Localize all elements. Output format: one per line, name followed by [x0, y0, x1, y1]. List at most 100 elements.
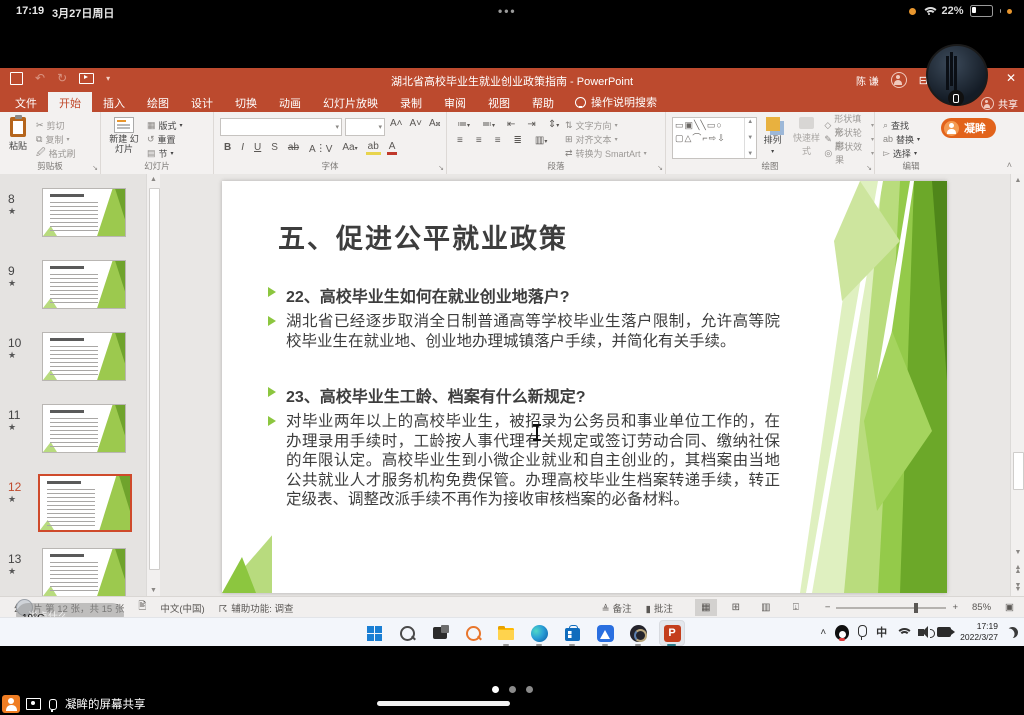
font-name-combo[interactable]: ▾: [220, 118, 342, 136]
text-direction-button[interactable]: ⇅文字方向▾: [565, 118, 647, 132]
zoom-slider[interactable]: [836, 607, 946, 609]
align-center-button[interactable]: ≡: [474, 135, 484, 146]
slide-thumbnail-10[interactable]: 10★: [0, 328, 146, 400]
start-button[interactable]: [362, 621, 386, 645]
clear-formatting-button[interactable]: A𝄪: [427, 118, 442, 136]
tab-帮助[interactable]: 帮助: [521, 92, 565, 112]
grow-font-button[interactable]: A˄: [388, 118, 405, 136]
layout-button[interactable]: ▦版式▾: [147, 118, 183, 132]
reset-button[interactable]: ↺重置: [147, 132, 183, 146]
tab-切换[interactable]: 切换: [224, 92, 268, 112]
zoom-slider-knob[interactable]: [914, 603, 918, 613]
zoom-out-button[interactable]: −: [825, 602, 831, 613]
powerpoint-taskbar-button[interactable]: P: [659, 620, 685, 646]
strikethrough-button[interactable]: ab: [286, 142, 301, 153]
columns-button[interactable]: ▥▾: [533, 135, 549, 146]
replace-button[interactable]: ab替换▾: [883, 132, 947, 146]
thumbnail-scroll-down-icon[interactable]: ▼: [147, 587, 160, 594]
slide-thumbnail-9[interactable]: 9★: [0, 256, 146, 328]
align-text-button[interactable]: ⊞对齐文本▾: [565, 132, 647, 146]
blue-app-button[interactable]: [593, 621, 617, 645]
camera-tray-icon[interactable]: [937, 627, 951, 637]
tab-绘图[interactable]: 绘图: [136, 92, 180, 112]
select-button[interactable]: ▻选择▾: [883, 146, 947, 160]
tab-动画[interactable]: 动画: [268, 92, 312, 112]
find-button[interactable]: ⌕查找: [883, 118, 947, 132]
thumbnail-preview[interactable]: [42, 548, 126, 596]
decrease-indent-button[interactable]: ⇤: [505, 119, 517, 130]
shapes-gallery-scrollbar[interactable]: ▲▼▼: [744, 118, 756, 158]
arrange-button[interactable]: 排列▾: [757, 112, 789, 160]
reading-view-button[interactable]: ▥: [755, 599, 777, 616]
tab-录制[interactable]: 录制: [389, 92, 433, 112]
paragraph-dialog-launcher[interactable]: ↘: [657, 164, 663, 172]
search-button[interactable]: [395, 621, 419, 645]
slide-thumbnail-12[interactable]: 12★: [0, 472, 146, 544]
shape-effects-button[interactable]: ◎形状效果▾: [824, 146, 874, 160]
italic-button[interactable]: I: [239, 142, 246, 153]
slide-scroll-down-icon[interactable]: ▼: [1011, 549, 1024, 556]
shapes-gallery[interactable]: ▭▣╲╲▭○▢△⌒⌐⇨⇩ ▲▼▼: [672, 117, 757, 159]
tray-clock[interactable]: 17:19 2022/3/27: [960, 621, 998, 642]
spellcheck-icon[interactable]: 🖹: [138, 599, 146, 616]
section-button[interactable]: ▤节▾: [147, 146, 183, 160]
thumbnail-preview[interactable]: [42, 188, 126, 237]
account-avatar[interactable]: [891, 72, 907, 88]
wifi-tray-icon[interactable]: [896, 627, 909, 637]
thumbnail-scroll-thumb[interactable]: [149, 188, 160, 570]
fit-to-window-icon[interactable]: ▣: [1005, 602, 1014, 613]
collapse-ribbon-icon[interactable]: ˄: [1007, 160, 1012, 170]
slide-scroll-thumb[interactable]: [1013, 452, 1024, 490]
slide-thumbnail-13[interactable]: 13★: [0, 544, 146, 596]
slide-sorter-view-button[interactable]: ⊞: [725, 599, 747, 616]
slide-scroll-up-icon[interactable]: ▲: [1011, 177, 1024, 184]
increase-indent-button[interactable]: ⇥: [525, 119, 537, 130]
font-dialog-launcher[interactable]: ↘: [438, 164, 444, 172]
ime-indicator[interactable]: 中: [876, 624, 887, 640]
bullets-button[interactable]: ≔▾: [455, 119, 472, 130]
convert-smartart-button[interactable]: ⇄转换为 SmartArt▾: [565, 146, 647, 160]
thumbnail-preview[interactable]: [38, 474, 132, 532]
highlight-color-button[interactable]: ab: [366, 141, 381, 155]
tab-审阅[interactable]: 审阅: [433, 92, 477, 112]
slideshow-view-button[interactable]: ⍗: [785, 599, 807, 616]
shadow-button[interactable]: S: [269, 142, 280, 153]
tab-插入[interactable]: 插入: [92, 92, 136, 112]
drawing-dialog-launcher[interactable]: ↘: [866, 164, 872, 172]
bubble-mic-button[interactable]: [948, 90, 964, 106]
tab-文件[interactable]: 文件: [4, 92, 48, 112]
thumbnail-scroll-up-icon[interactable]: ▲: [147, 176, 160, 183]
account-name[interactable]: 陈 谦: [856, 73, 879, 88]
new-slide-button[interactable]: 新建 幻灯片: [101, 112, 147, 160]
home-indicator[interactable]: [377, 701, 510, 706]
search-app-button[interactable]: [461, 621, 485, 645]
tell-me-search[interactable]: 操作说明搜索: [565, 92, 667, 112]
close-window-button[interactable]: ✕: [1006, 71, 1016, 85]
bold-button[interactable]: B: [222, 142, 233, 153]
font-size-combo[interactable]: ▾: [345, 118, 385, 136]
tab-视图[interactable]: 视图: [477, 92, 521, 112]
normal-view-button[interactable]: ▦: [695, 599, 717, 616]
microsoft-store-button[interactable]: [560, 621, 584, 645]
quick-styles-button[interactable]: 快速样式: [789, 112, 825, 160]
share-button[interactable]: 共享: [981, 96, 1018, 111]
slide-canvas[interactable]: 五、促进公平就业政策 22、高校毕业生如何在就业创业地落户?湖北省已经逐步取消全…: [222, 181, 947, 593]
slide-body-text[interactable]: 22、高校毕业生如何在就业创业地落户?湖北省已经逐步取消全日制普通高等学校毕业生…: [268, 283, 780, 510]
tab-幻灯片放映[interactable]: 幻灯片放映: [312, 92, 389, 112]
align-left-button[interactable]: ≡: [455, 135, 465, 146]
dark-app-button[interactable]: [626, 621, 650, 645]
thumbnail-scrollbar[interactable]: ▲ ▼: [146, 174, 160, 596]
thumbnail-preview[interactable]: [42, 404, 126, 453]
align-right-button[interactable]: ≡: [493, 135, 503, 146]
notes-toggle[interactable]: ≜备注: [602, 601, 632, 615]
character-spacing-button[interactable]: A︙V: [307, 140, 334, 155]
slide-scrollbar[interactable]: ▲ ▼ ▲▲ ▼▼: [1010, 174, 1024, 596]
change-case-button[interactable]: Aa▾: [340, 142, 359, 153]
line-spacing-button[interactable]: ⇕▾: [546, 119, 561, 130]
comments-toggle[interactable]: ▮批注: [646, 601, 673, 615]
qq-tray-icon[interactable]: [835, 625, 849, 640]
copy-button[interactable]: ⧉复制▾: [36, 132, 76, 146]
tab-设计[interactable]: 设计: [180, 92, 224, 112]
ningmou-overlay-button[interactable]: 凝眸: [941, 118, 996, 138]
volume-tray-icon[interactable]: [918, 629, 924, 636]
